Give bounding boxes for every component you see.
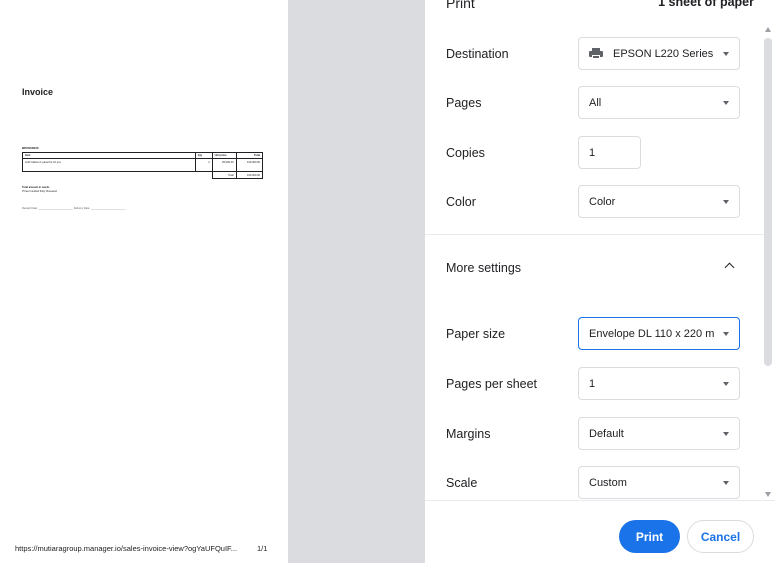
table-cell-total: 100,000.00 xyxy=(235,158,264,173)
copies-input[interactable]: 1 xyxy=(578,136,641,169)
more-settings-toggle[interactable]: More settings xyxy=(446,261,521,275)
scale-value: Custom xyxy=(589,476,627,489)
table-total-value: 100,000.00 xyxy=(235,171,264,179)
chevron-down-icon xyxy=(723,199,729,204)
sheet-count: 1 sheet of paper xyxy=(658,0,754,9)
invoice-items-table: Item Qty Unit price Total Gulf Cabinet 1… xyxy=(22,151,264,179)
amount-in-words-label: Total amount in words xyxy=(22,186,50,189)
pages-per-sheet-value: 1 xyxy=(589,377,596,390)
table-total-label: Total xyxy=(211,171,237,179)
chevron-down-icon xyxy=(723,431,729,436)
table-cell-qty: 4 xyxy=(194,158,213,173)
cancel-button[interactable]: Cancel xyxy=(687,520,754,553)
pages-per-sheet-select[interactable]: 1 xyxy=(578,367,740,400)
paper-size-value: Envelope DL 110 x 220 m xyxy=(589,327,715,340)
print-settings-panel: Print 1 sheet of paper Destination EPSON… xyxy=(425,0,775,563)
preview-footer-url: https://mutiaragroup.manager.io/sales-in… xyxy=(15,544,238,553)
color-value: Color xyxy=(589,195,616,208)
chevron-down-icon xyxy=(723,51,729,56)
chevron-up-icon[interactable] xyxy=(724,262,735,273)
pages-label: Pages xyxy=(446,96,482,110)
margins-value: Default xyxy=(589,427,624,440)
scale-label: Scale xyxy=(446,476,478,490)
print-dialog: Invoice BPO006230 Item Qty Unit price To… xyxy=(0,0,775,563)
print-button[interactable]: Print xyxy=(619,520,680,553)
paper-size-select[interactable]: Envelope DL 110 x 220 m xyxy=(578,317,740,350)
dialog-footer: Print Cancel xyxy=(425,500,775,563)
invoice-title: Invoice xyxy=(22,87,54,97)
paper-size-label: Paper size xyxy=(446,327,506,341)
margins-select[interactable]: Default xyxy=(578,417,740,450)
section-divider xyxy=(425,234,765,235)
table-row: Gulf Cabinet 1 panel for 10 pcs 4 25,000… xyxy=(22,158,264,173)
copies-label: Copies xyxy=(446,146,485,160)
chevron-down-icon xyxy=(723,381,729,386)
pages-per-sheet-label: Pages per sheet xyxy=(446,377,538,391)
table-cell-item: Gulf Cabinet 1 panel for 10 pcs xyxy=(22,158,196,173)
print-preview-page: Invoice BPO006230 Item Qty Unit price To… xyxy=(0,0,288,563)
scroll-down-arrow-icon[interactable] xyxy=(765,492,771,497)
scroll-up-arrow-icon[interactable] xyxy=(765,27,771,32)
printer-icon xyxy=(589,48,603,59)
pages-select[interactable]: All xyxy=(578,86,740,119)
table-cell-unit-price: 25,000.00 xyxy=(211,158,237,173)
scale-select[interactable]: Custom xyxy=(578,466,740,499)
pages-value: All xyxy=(589,96,602,109)
color-label: Color xyxy=(446,195,476,209)
scrollbar-thumb[interactable] xyxy=(764,38,772,366)
amount-in-words-value: Three hundred thirty thousand xyxy=(22,190,57,193)
chevron-down-icon xyxy=(723,331,729,336)
destination-value: EPSON L220 Series xyxy=(613,47,714,60)
chevron-down-icon xyxy=(723,100,729,105)
signature-line: Receipt Date: ________________________ D… xyxy=(22,207,126,210)
preview-background xyxy=(288,0,425,563)
destination-label: Destination xyxy=(446,47,509,61)
color-select[interactable]: Color xyxy=(578,185,740,218)
destination-select[interactable]: EPSON L220 Series xyxy=(578,37,740,70)
chevron-down-icon xyxy=(723,480,729,485)
panel-title: Print xyxy=(446,0,475,11)
invoice-reference: BPO006230 xyxy=(22,146,39,150)
table-total-row: Total 100,000.00 xyxy=(23,171,264,179)
margins-label: Margins xyxy=(446,427,491,441)
preview-page-number: 1/1 xyxy=(257,544,268,553)
